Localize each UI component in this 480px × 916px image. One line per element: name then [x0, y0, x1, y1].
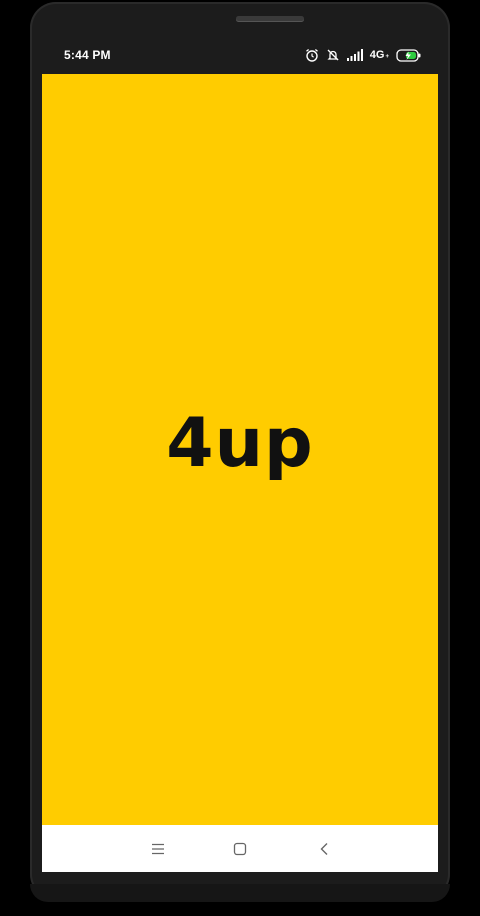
home-button[interactable]: [228, 837, 252, 861]
network-label: 4G: [369, 49, 385, 61]
navigation-bar: [42, 825, 438, 872]
app-logo: 4up: [166, 404, 314, 483]
alarm-icon: [305, 48, 318, 62]
status-bar: 5:44 PM 4G +: [42, 36, 438, 74]
home-icon: [233, 842, 247, 856]
status-time: 5:44 PM: [64, 48, 111, 62]
splash-screen: 4up: [42, 74, 438, 825]
silent-icon: [327, 49, 339, 61]
back-button[interactable]: [312, 837, 336, 861]
speaker-grille: [236, 16, 304, 21]
network-type: 4G +: [370, 49, 389, 61]
menu-button[interactable]: [146, 837, 170, 861]
battery-charging-icon: [396, 48, 421, 62]
menu-icon: [152, 843, 164, 855]
status-icons: 4G +: [305, 46, 422, 64]
signal-icon: [346, 49, 363, 61]
back-icon: [320, 843, 328, 855]
device-chin: [30, 884, 450, 902]
network-sub: +: [385, 54, 389, 60]
